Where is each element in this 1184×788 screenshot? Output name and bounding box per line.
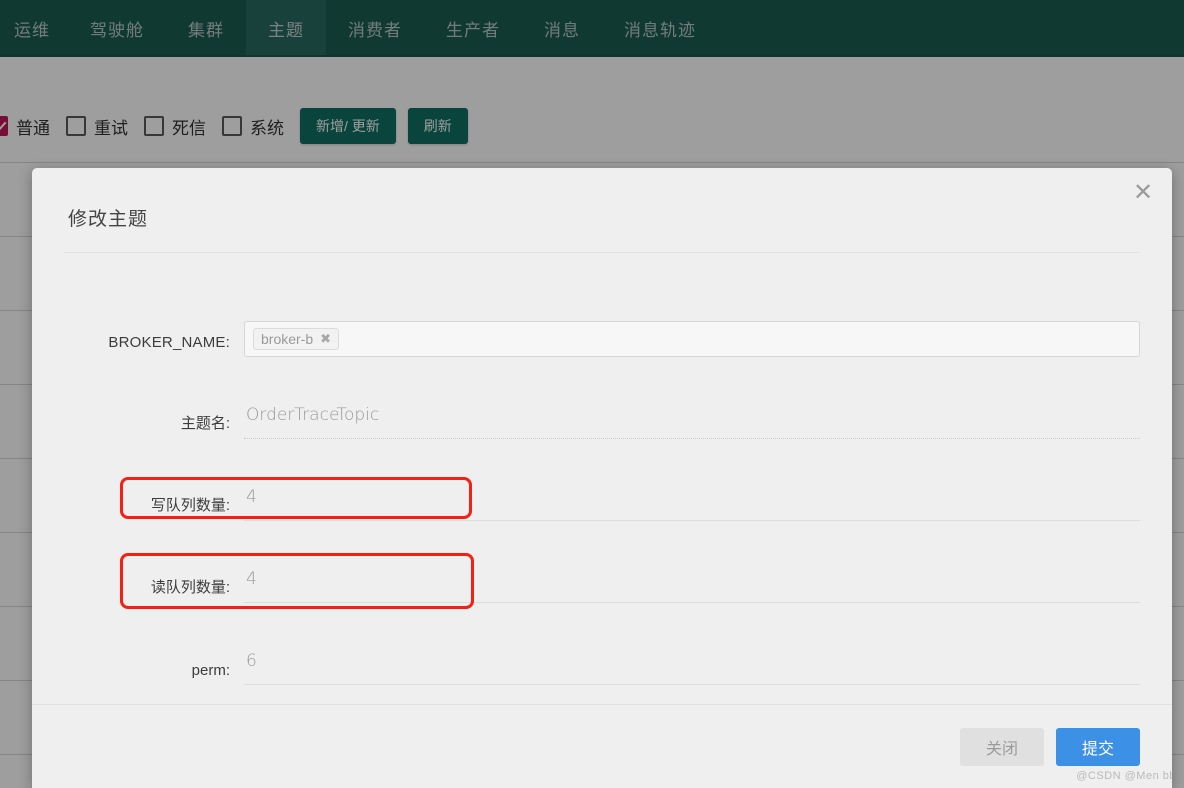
perm-input[interactable]: 6	[244, 651, 1140, 685]
label-broker-name: BROKER_NAME:	[108, 334, 230, 351]
dialog-submit-button[interactable]: 提交	[1055, 727, 1140, 766]
control-write-queue-num: 4	[244, 487, 1140, 521]
broker-name-select[interactable]: broker-b ✖	[244, 321, 1140, 357]
control-topic-name: OrderTraceTopic	[244, 405, 1140, 439]
dialog-close-button[interactable]: 关闭	[959, 727, 1044, 766]
watermark: @CSDN @Men bb	[1076, 770, 1176, 782]
dialog-title: 修改主题	[68, 209, 149, 230]
label-read-queue-num: 读队列数量:	[150, 579, 230, 596]
label-write-queue-num: 写队列数量:	[150, 497, 230, 514]
form-row-topic-name: 主题名: OrderTraceTopic	[64, 369, 1140, 439]
broker-tag[interactable]: broker-b ✖	[253, 328, 340, 350]
control-read-queue-num: 4	[244, 569, 1140, 603]
write-queue-num-input[interactable]: 4	[244, 487, 1140, 521]
form-row-perm: perm: 6	[64, 615, 1140, 685]
close-icon[interactable]: ✕	[1128, 178, 1158, 208]
label-perm: perm:	[191, 662, 230, 679]
form-row-broker-name: BROKER_NAME: broker-b ✖	[64, 287, 1140, 357]
broker-tag-remove-icon[interactable]: ✖	[320, 331, 331, 347]
dialog-footer: 关闭 提交	[32, 704, 1172, 788]
control-perm: 6	[244, 651, 1140, 685]
dialog-body: BROKER_NAME: broker-b ✖ 主题名: OrderTraceT…	[32, 253, 1172, 703]
read-queue-num-input[interactable]: 4	[244, 569, 1140, 603]
app-root: 普通 重试 死信 系统 新增/ 更新 刷新 运维 驾驶舱 集群 主题 消费者 生…	[0, 0, 1184, 788]
topic-name-input: OrderTraceTopic	[244, 405, 1140, 439]
broker-tag-label: broker-b	[261, 331, 314, 347]
label-topic-name: 主题名:	[180, 415, 230, 432]
control-broker-name: broker-b ✖	[244, 321, 1140, 357]
form-row-write-queue-num: 写队列数量: 4	[64, 451, 1140, 521]
edit-topic-dialog: ✕ 修改主题 BROKER_NAME: broker-b ✖ 主题名: Orde…	[32, 168, 1172, 788]
form-row-read-queue-num: 读队列数量: 4	[64, 533, 1140, 603]
